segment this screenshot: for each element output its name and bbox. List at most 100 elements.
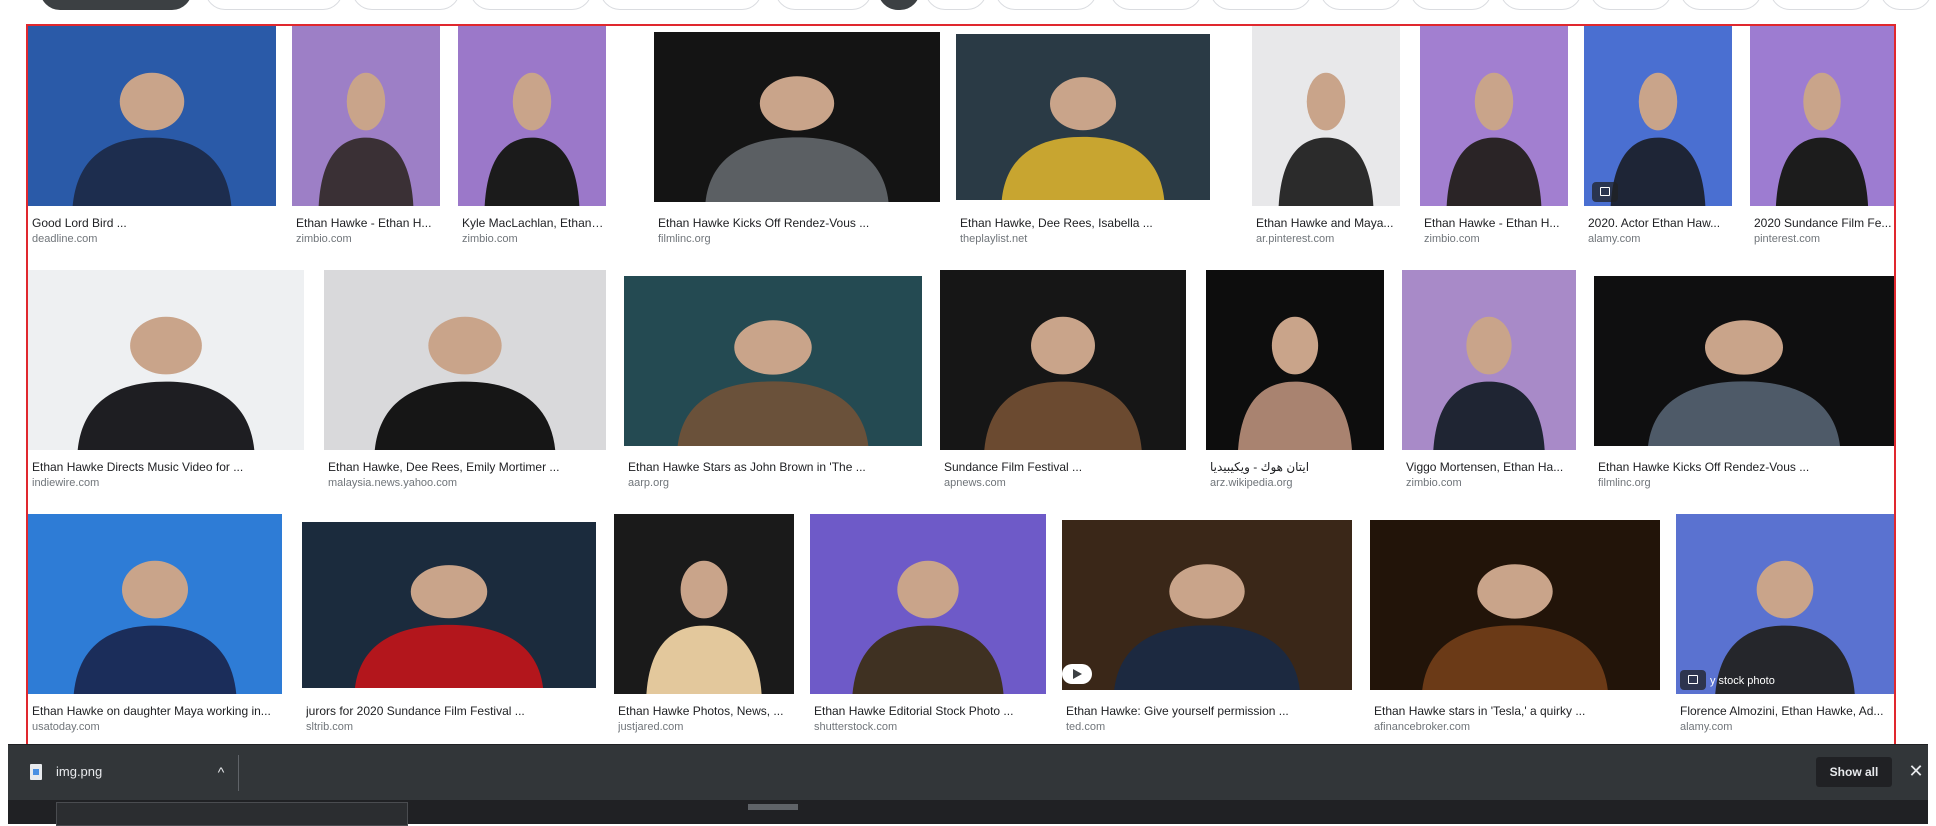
thumbnail[interactable] [1676,514,1894,694]
result-title[interactable]: 2020. Actor Ethan Haw... [1588,216,1730,230]
scroll-thumb[interactable] [748,804,798,810]
chip[interactable] [40,0,192,10]
thumbnail[interactable] [1402,270,1576,450]
thumbnail[interactable] [810,514,1046,694]
result-source: justjared.com [618,721,684,733]
chip[interactable] [1680,0,1762,10]
close-icon[interactable]: ✕ [1904,759,1928,783]
result-title[interactable]: Ethan Hawke Photos, News, ... [618,704,792,718]
image-result[interactable]: Ethan Hawke, Dee Rees, Isabella ... thep… [956,26,1210,266]
result-source: sltrib.com [306,721,354,733]
thumbnail[interactable] [940,270,1186,450]
result-title[interactable]: Ethan Hawke Editorial Stock Photo ... [814,704,1044,718]
image-result[interactable]: jurors for 2020 Sundance Film Festival .… [302,514,596,754]
image-result[interactable]: Ethan Hawke and Maya... ar.pinterest.com [1252,26,1400,266]
image-result[interactable]: 2020. Actor Ethan Haw... alamy.com [1584,26,1732,266]
thumbnail[interactable] [302,522,596,688]
result-title[interactable]: Ethan Hawke Directs Music Video for ... [32,460,302,474]
chip[interactable] [1320,0,1402,10]
result-source: theplaylist.net [960,233,1028,245]
thumbnail[interactable] [1584,26,1732,206]
image-result[interactable]: Ethan Hawke Photos, News, ... justjared.… [614,514,794,754]
chip[interactable] [995,0,1097,10]
image-result[interactable]: Ethan Hawke Kicks Off Rendez-Vous ... fi… [1594,270,1894,510]
chip-avatar[interactable] [878,0,920,10]
image-result[interactable]: Good Lord Bird ... deadline.com [28,26,276,266]
thumbnail[interactable] [28,514,282,694]
chip[interactable] [205,0,343,10]
result-title[interactable]: Ethan Hawke - Ethan H... [1424,216,1566,230]
chip[interactable] [775,0,872,10]
chip[interactable] [1210,0,1312,10]
chip[interactable] [470,0,592,10]
image-result[interactable]: Ethan Hawke - Ethan H... zimbio.com [1420,26,1568,266]
thumbnail[interactable] [1252,26,1400,206]
result-title[interactable]: Ethan Hawke, Dee Rees, Emily Mortimer ..… [328,460,604,474]
result-title[interactable]: ایتان هوك - ويكيبيديا [1210,460,1382,474]
chip[interactable] [1880,0,1932,10]
play-icon[interactable] [1062,664,1092,684]
image-result[interactable]: Sundance Film Festival ... apnews.com [940,270,1186,510]
image-result[interactable]: ایتان هوك - ويكيبيديا arz.wikipedia.org [1206,270,1384,510]
image-result[interactable]: Ethan Hawke, Dee Rees, Emily Mortimer ..… [324,270,606,510]
result-title[interactable]: Ethan Hawke: Give yourself permission ..… [1066,704,1350,718]
chip[interactable] [1410,0,1492,10]
download-file-name[interactable]: img.png [56,764,102,779]
image-result[interactable]: Viggo Mortensen, Ethan Ha... zimbio.com [1402,270,1576,510]
image-result[interactable]: Ethan Hawke Kicks Off Rendez-Vous ... fi… [654,26,940,266]
chip[interactable] [1590,0,1672,10]
result-title[interactable]: jurors for 2020 Sundance Film Festival .… [306,704,594,718]
chip[interactable] [1770,0,1872,10]
image-result[interactable]: Ethan Hawke - Ethan H... zimbio.com [292,26,440,266]
image-result[interactable]: Ethan Hawke Directs Music Video for ... … [28,270,304,510]
show-all-button[interactable]: Show all [1816,757,1892,787]
thumbnail[interactable] [654,32,940,202]
person-head [759,76,835,131]
result-title[interactable]: Ethan Hawke and Maya... [1256,216,1398,230]
thumbnail[interactable] [292,26,440,206]
person-head [1031,316,1095,375]
thumbnail[interactable] [956,34,1210,200]
image-result[interactable]: Ethan Hawke stars in 'Tesla,' a quirky .… [1370,514,1660,754]
result-title[interactable]: Florence Almozini, Ethan Hawke, Ad... [1680,704,1892,718]
result-title[interactable]: Kyle MacLachlan, Ethan Ha... [462,216,604,230]
chip[interactable] [1500,0,1582,10]
result-title[interactable]: Ethan Hawke - Ethan H... [296,216,438,230]
result-title[interactable]: Ethan Hawke Kicks Off Rendez-Vous ... [1598,460,1892,474]
result-title[interactable]: Ethan Hawke Stars as John Brown in 'The … [628,460,920,474]
result-title[interactable]: Ethan Hawke on daughter Maya working in.… [32,704,280,718]
image-result[interactable]: Ethan Hawke Editorial Stock Photo ... sh… [810,514,1046,754]
result-title[interactable]: 2020 Sundance Film Fe... [1754,216,1892,230]
download-item[interactable]: img.png ^ [8,745,238,801]
thumbnail[interactable] [1750,26,1894,206]
thumbnail[interactable] [324,270,606,450]
image-result[interactable]: Ethan Hawke on daughter Maya working in.… [28,514,282,754]
image-result[interactable]: Ethan Hawke Stars as John Brown in 'The … [624,270,922,510]
chip[interactable] [1110,0,1202,10]
result-title[interactable]: Ethan Hawke Kicks Off Rendez-Vous ... [658,216,938,230]
thumbnail[interactable] [1420,26,1568,206]
image-result[interactable]: Ethan Hawke: Give yourself permission ..… [1062,514,1352,754]
thumbnail[interactable] [1206,270,1384,450]
thumbnail[interactable] [458,26,606,206]
result-title[interactable]: Ethan Hawke, Dee Rees, Isabella ... [960,216,1208,230]
thumbnail[interactable] [624,276,922,446]
thumbnail[interactable] [28,270,304,450]
image-result[interactable]: 2020 Sundance Film Fe... pinterest.com [1750,26,1894,266]
chip[interactable] [600,0,762,10]
image-result[interactable]: Kyle MacLachlan, Ethan Ha... zimbio.com [458,26,606,266]
chip[interactable] [352,0,460,10]
result-title[interactable]: Good Lord Bird ... [32,216,274,230]
result-title[interactable]: Sundance Film Festival ... [944,460,1184,474]
thumbnail[interactable] [28,26,276,206]
photo [1370,520,1660,690]
result-title[interactable]: Viggo Mortensen, Ethan Ha... [1406,460,1574,474]
image-result[interactable]: y stock photo Florence Almozini, Ethan H… [1676,514,1894,754]
thumbnail[interactable] [1594,276,1894,446]
thumbnail[interactable] [1062,520,1352,690]
thumbnail[interactable] [1370,520,1660,690]
result-title[interactable]: Ethan Hawke stars in 'Tesla,' a quirky .… [1374,704,1658,718]
chevron-up-icon[interactable]: ^ [212,763,230,781]
thumbnail[interactable] [614,514,794,694]
chip[interactable] [925,0,987,10]
